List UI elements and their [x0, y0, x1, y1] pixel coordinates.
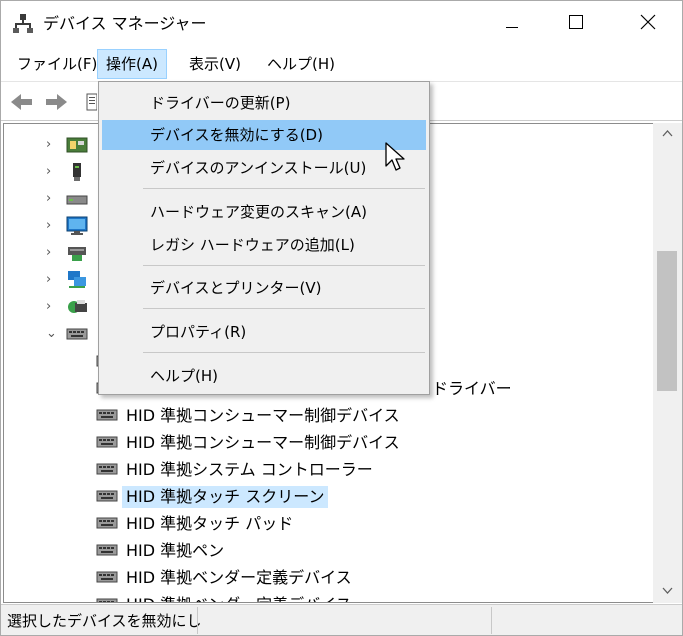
properties-icon[interactable]	[83, 90, 98, 114]
maximize-button[interactable]	[549, 1, 603, 47]
tree-child-row[interactable]: HID 準拠システム コントローラー	[4, 456, 653, 483]
menu-help[interactable]: ヘルプ(H)	[259, 49, 343, 79]
vertical-scrollbar[interactable]	[653, 123, 682, 603]
mouse-cursor-icon	[385, 142, 407, 174]
device-manager-window: デバイス マネージャー ファイル(F) 操作(A) 表示(V) ヘルプ(H) ›…	[0, 0, 683, 636]
chevron-right-icon[interactable]: ›	[46, 165, 58, 179]
chevron-right-icon[interactable]: ›	[46, 219, 58, 233]
action-menu-dropdown: ドライバーの更新(P) デバイスを無効にする(D) デバイスのアンインストール(…	[98, 81, 430, 395]
tree-child-row[interactable]: HID 準拠タッチ パッド	[4, 510, 653, 537]
status-bar: 選択したデバイスを無効にし	[1, 604, 682, 635]
window-title: デバイス マネージャー	[43, 14, 207, 33]
tree-item-label: HID 準拠ベンダー定義デバイス	[122, 594, 356, 602]
hid-icon	[96, 513, 118, 533]
menu-separator	[143, 265, 425, 266]
maximize-icon	[569, 15, 583, 33]
tree-item-label: HID 準拠タッチ スクリーン	[122, 486, 329, 508]
hid-icon	[96, 459, 118, 479]
chevron-right-icon[interactable]: ›	[46, 300, 58, 314]
tree-child-row[interactable]: HID 準拠ペン	[4, 537, 653, 564]
hid-icon	[96, 405, 118, 425]
menu-item-add-legacy-hardware[interactable]: レガシ ハードウェアの追加(L)	[102, 230, 426, 260]
tree-item-label: HID 準拠タッチ パッド	[126, 514, 294, 533]
network-adapter-icon	[66, 243, 88, 263]
printer-queue-icon	[66, 297, 88, 317]
menu-separator	[143, 352, 425, 353]
hid-icon	[96, 567, 118, 587]
minimize-icon	[506, 15, 518, 33]
menu-item-properties[interactable]: プロパティ(R)	[102, 317, 426, 347]
network-icon	[66, 270, 88, 290]
hid-icon	[96, 594, 118, 602]
tree-child-row[interactable]: HID 準拠コンシューマー制御デバイス	[4, 402, 653, 429]
status-divider	[491, 607, 492, 634]
chevron-right-icon[interactable]: ›	[46, 192, 58, 206]
hid-icon	[96, 486, 118, 506]
menu-item-devices-printers[interactable]: デバイスとプリンター(V)	[102, 273, 426, 303]
scroll-thumb[interactable]	[657, 251, 677, 391]
menu-file[interactable]: ファイル(F)	[9, 49, 105, 79]
card-reader-icon	[66, 135, 88, 155]
status-divider	[197, 607, 198, 634]
menu-item-uninstall-device[interactable]: デバイスのアンインストール(U)	[102, 153, 426, 183]
scroll-down-button[interactable]	[653, 581, 682, 601]
menu-item-disable-device[interactable]: デバイスを無効にする(D)	[102, 120, 426, 150]
menu-action[interactable]: 操作(A)	[97, 49, 167, 79]
device-manager-icon	[13, 13, 33, 33]
chevron-right-icon[interactable]: ›	[46, 246, 58, 260]
title-bar[interactable]: デバイス マネージャー	[1, 1, 682, 47]
monitor-icon	[66, 216, 88, 236]
menu-item-help[interactable]: ヘルプ(H)	[102, 361, 426, 391]
usb-stick-icon	[66, 162, 88, 182]
tree-item-label: HID 準拠システム コントローラー	[126, 460, 373, 479]
menu-view[interactable]: 表示(V)	[181, 49, 249, 79]
menu-separator	[143, 308, 425, 309]
minimize-button[interactable]	[485, 1, 539, 47]
menu-bar: ファイル(F) 操作(A) 表示(V) ヘルプ(H)	[1, 47, 682, 81]
status-text: 選択したデバイスを無効にし	[7, 612, 202, 630]
menu-separator	[143, 188, 425, 189]
tree-item-label-partial: ドライバー	[432, 379, 512, 398]
tree-child-row[interactable]: HID 準拠ベンダー定義デバイス	[4, 564, 653, 591]
tree-child-row[interactable]: HID 準拠タッチ スクリーン	[4, 483, 653, 510]
tree-item-label: HID 準拠ペン	[126, 541, 225, 560]
chevron-right-icon[interactable]: ›	[46, 273, 58, 287]
tree-child-row[interactable]: HID 準拠コンシューマー制御デバイス	[4, 429, 653, 456]
chevron-right-icon[interactable]: ›	[46, 138, 58, 152]
scroll-up-button[interactable]	[653, 123, 682, 143]
close-button[interactable]	[621, 1, 675, 47]
tree-item-label: HID 準拠コンシューマー制御デバイス	[126, 433, 400, 452]
close-icon	[640, 14, 656, 34]
menu-item-update-driver[interactable]: ドライバーの更新(P)	[102, 88, 426, 118]
menu-item-scan-hardware[interactable]: ハードウェア変更のスキャン(A)	[102, 197, 426, 227]
tree-item-label: HID 準拠ベンダー定義デバイス	[126, 568, 352, 587]
forward-arrow-icon[interactable]	[43, 90, 69, 114]
chevron-down-icon[interactable]: ⌄	[46, 327, 58, 341]
tree-item-label: HID 準拠コンシューマー制御デバイス	[126, 406, 400, 425]
disk-drive-icon	[66, 189, 88, 209]
back-arrow-icon[interactable]	[9, 90, 35, 114]
hid-icon	[96, 432, 118, 452]
hid-icon	[96, 540, 118, 560]
hid-icon	[66, 324, 88, 344]
tree-child-row[interactable]: HID 準拠ベンダー定義デバイス	[4, 591, 653, 602]
